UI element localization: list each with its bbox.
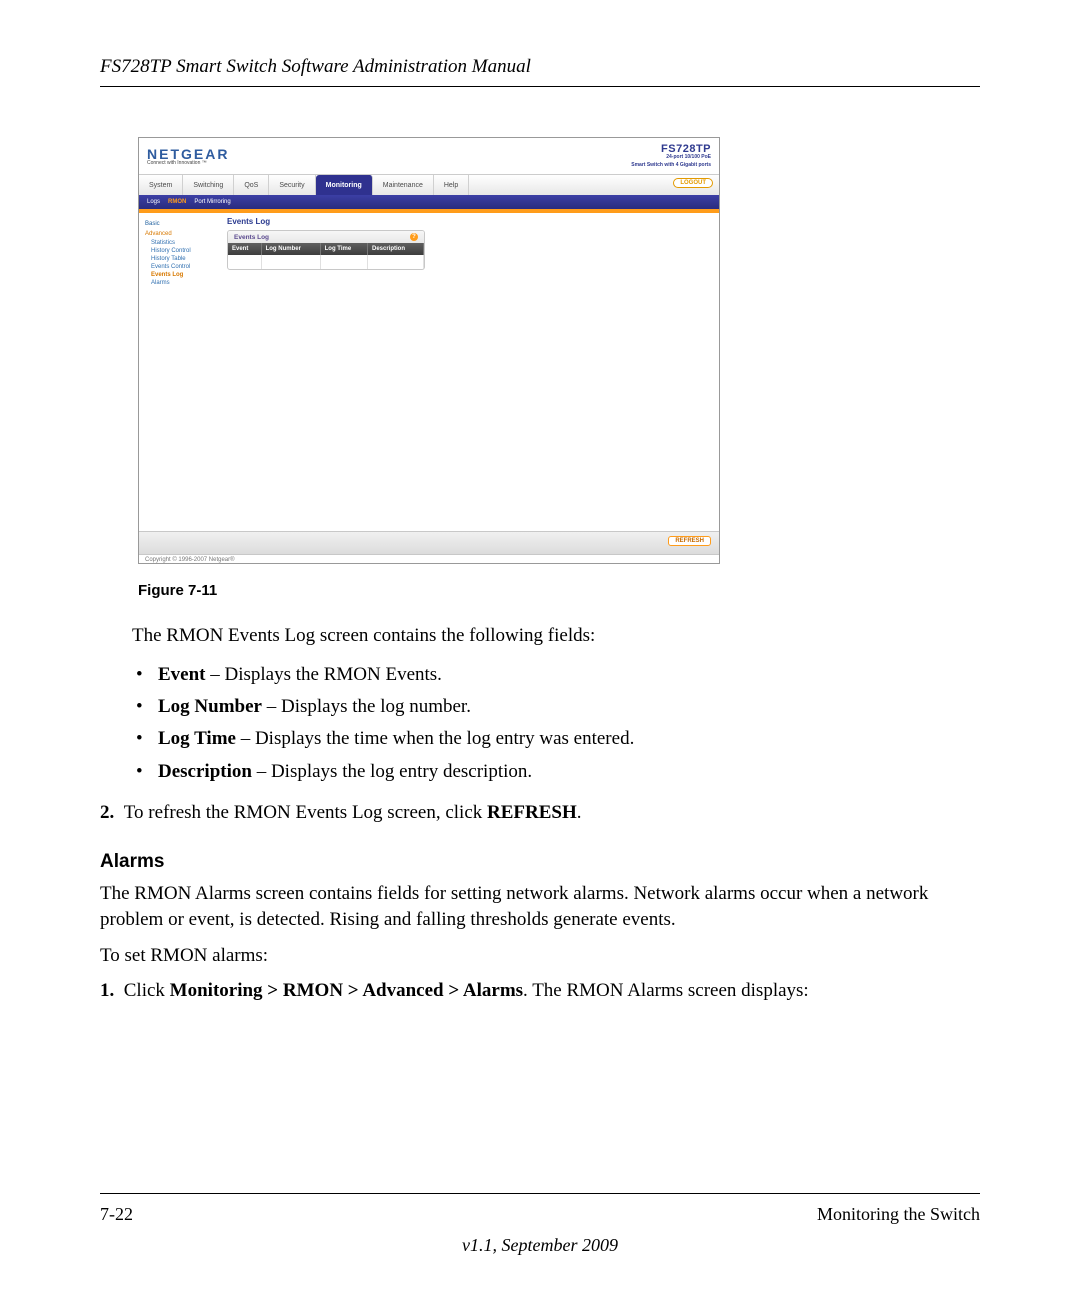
- tab-monitoring[interactable]: Monitoring: [316, 175, 373, 195]
- list-item: Description – Displays the log entry des…: [158, 756, 980, 788]
- running-head: FS728TP Smart Switch Software Administra…: [100, 56, 980, 87]
- sidebar-item-history-table[interactable]: History Table: [145, 255, 217, 263]
- subtab-logs[interactable]: Logs: [147, 199, 160, 205]
- alarms-heading: Alarms: [100, 851, 980, 873]
- sidebar-item-events-control[interactable]: Events Control: [145, 263, 217, 271]
- footer-version: v1.1, September 2009: [100, 1235, 980, 1256]
- tab-maintenance[interactable]: Maintenance: [373, 175, 434, 195]
- alarms-step-1: 1. Click Monitoring > RMON > Advanced > …: [100, 978, 980, 1004]
- main-tabs: System Switching QoS Security Monitoring…: [139, 174, 719, 195]
- events-log-table: Event Log Number Log Time Description: [228, 243, 424, 269]
- brand-logo: NETGEAR: [147, 148, 229, 160]
- sidebar-item-alarms[interactable]: Alarms: [145, 279, 217, 287]
- sidebar: Basic Advanced Statistics History Contro…: [139, 213, 217, 531]
- alarms-lead: To set RMON alarms:: [100, 943, 980, 969]
- figure: NETGEAR Connect with Innovation ™ FS728T…: [138, 137, 942, 599]
- subtab-rmon[interactable]: RMON: [168, 199, 186, 205]
- copyright: Copyright © 1996-2007 Netgear®: [139, 554, 719, 564]
- list-item: Event – Displays the RMON Events.: [158, 659, 980, 691]
- sidebar-item-statistics[interactable]: Statistics: [145, 239, 217, 247]
- tab-system[interactable]: System: [139, 175, 183, 195]
- logout-button[interactable]: LOGOUT: [673, 178, 713, 188]
- subtab-port-mirroring[interactable]: Port Mirroring: [194, 199, 230, 205]
- intro-para: The RMON Events Log screen contains the …: [100, 623, 980, 649]
- tab-switching[interactable]: Switching: [183, 175, 234, 195]
- col-event: Event: [228, 243, 261, 255]
- sidebar-advanced[interactable]: Advanced: [145, 229, 217, 239]
- panel-title: Events Log: [227, 217, 709, 226]
- page-number: 7-22: [100, 1204, 133, 1225]
- footer-section: Monitoring the Switch: [817, 1204, 980, 1225]
- list-item: Log Number – Displays the log number.: [158, 691, 980, 723]
- figure-caption: Figure 7-11: [138, 582, 942, 599]
- step-2: 2. To refresh the RMON Events Log screen…: [100, 800, 980, 826]
- col-log-time: Log Time: [320, 243, 367, 255]
- page-footer: 7-22 Monitoring the Switch v1.1, Septemb…: [100, 1193, 980, 1256]
- screenshot: NETGEAR Connect with Innovation ™ FS728T…: [138, 137, 720, 564]
- col-log-number: Log Number: [261, 243, 320, 255]
- tab-help[interactable]: Help: [434, 175, 469, 195]
- sidebar-item-history-control[interactable]: History Control: [145, 247, 217, 255]
- model-name: FS728TP: [631, 145, 711, 153]
- refresh-button[interactable]: REFRESH: [668, 536, 711, 546]
- events-log-panel: Events Log ? Event Log Number Log Time D…: [227, 230, 425, 270]
- tab-security[interactable]: Security: [269, 175, 315, 195]
- sidebar-basic[interactable]: Basic: [145, 219, 217, 229]
- tab-qos[interactable]: QoS: [234, 175, 269, 195]
- model-sub1: 24-port 10/100 PoE: [631, 153, 711, 161]
- help-icon[interactable]: ?: [410, 233, 418, 241]
- alarms-para: The RMON Alarms screen contains fields f…: [100, 881, 980, 932]
- col-description: Description: [368, 243, 424, 255]
- sidebar-item-events-log[interactable]: Events Log: [145, 271, 217, 279]
- screenshot-footer: REFRESH: [139, 531, 719, 554]
- list-item: Log Time – Displays the time when the lo…: [158, 723, 980, 755]
- model-sub2: Smart Switch with 4 Gigabit ports: [631, 161, 711, 169]
- field-list: Event – Displays the RMON Events. Log Nu…: [100, 659, 980, 788]
- panel-box-title: Events Log: [234, 234, 269, 241]
- sub-tabs: Logs RMON Port Mirroring: [139, 195, 719, 209]
